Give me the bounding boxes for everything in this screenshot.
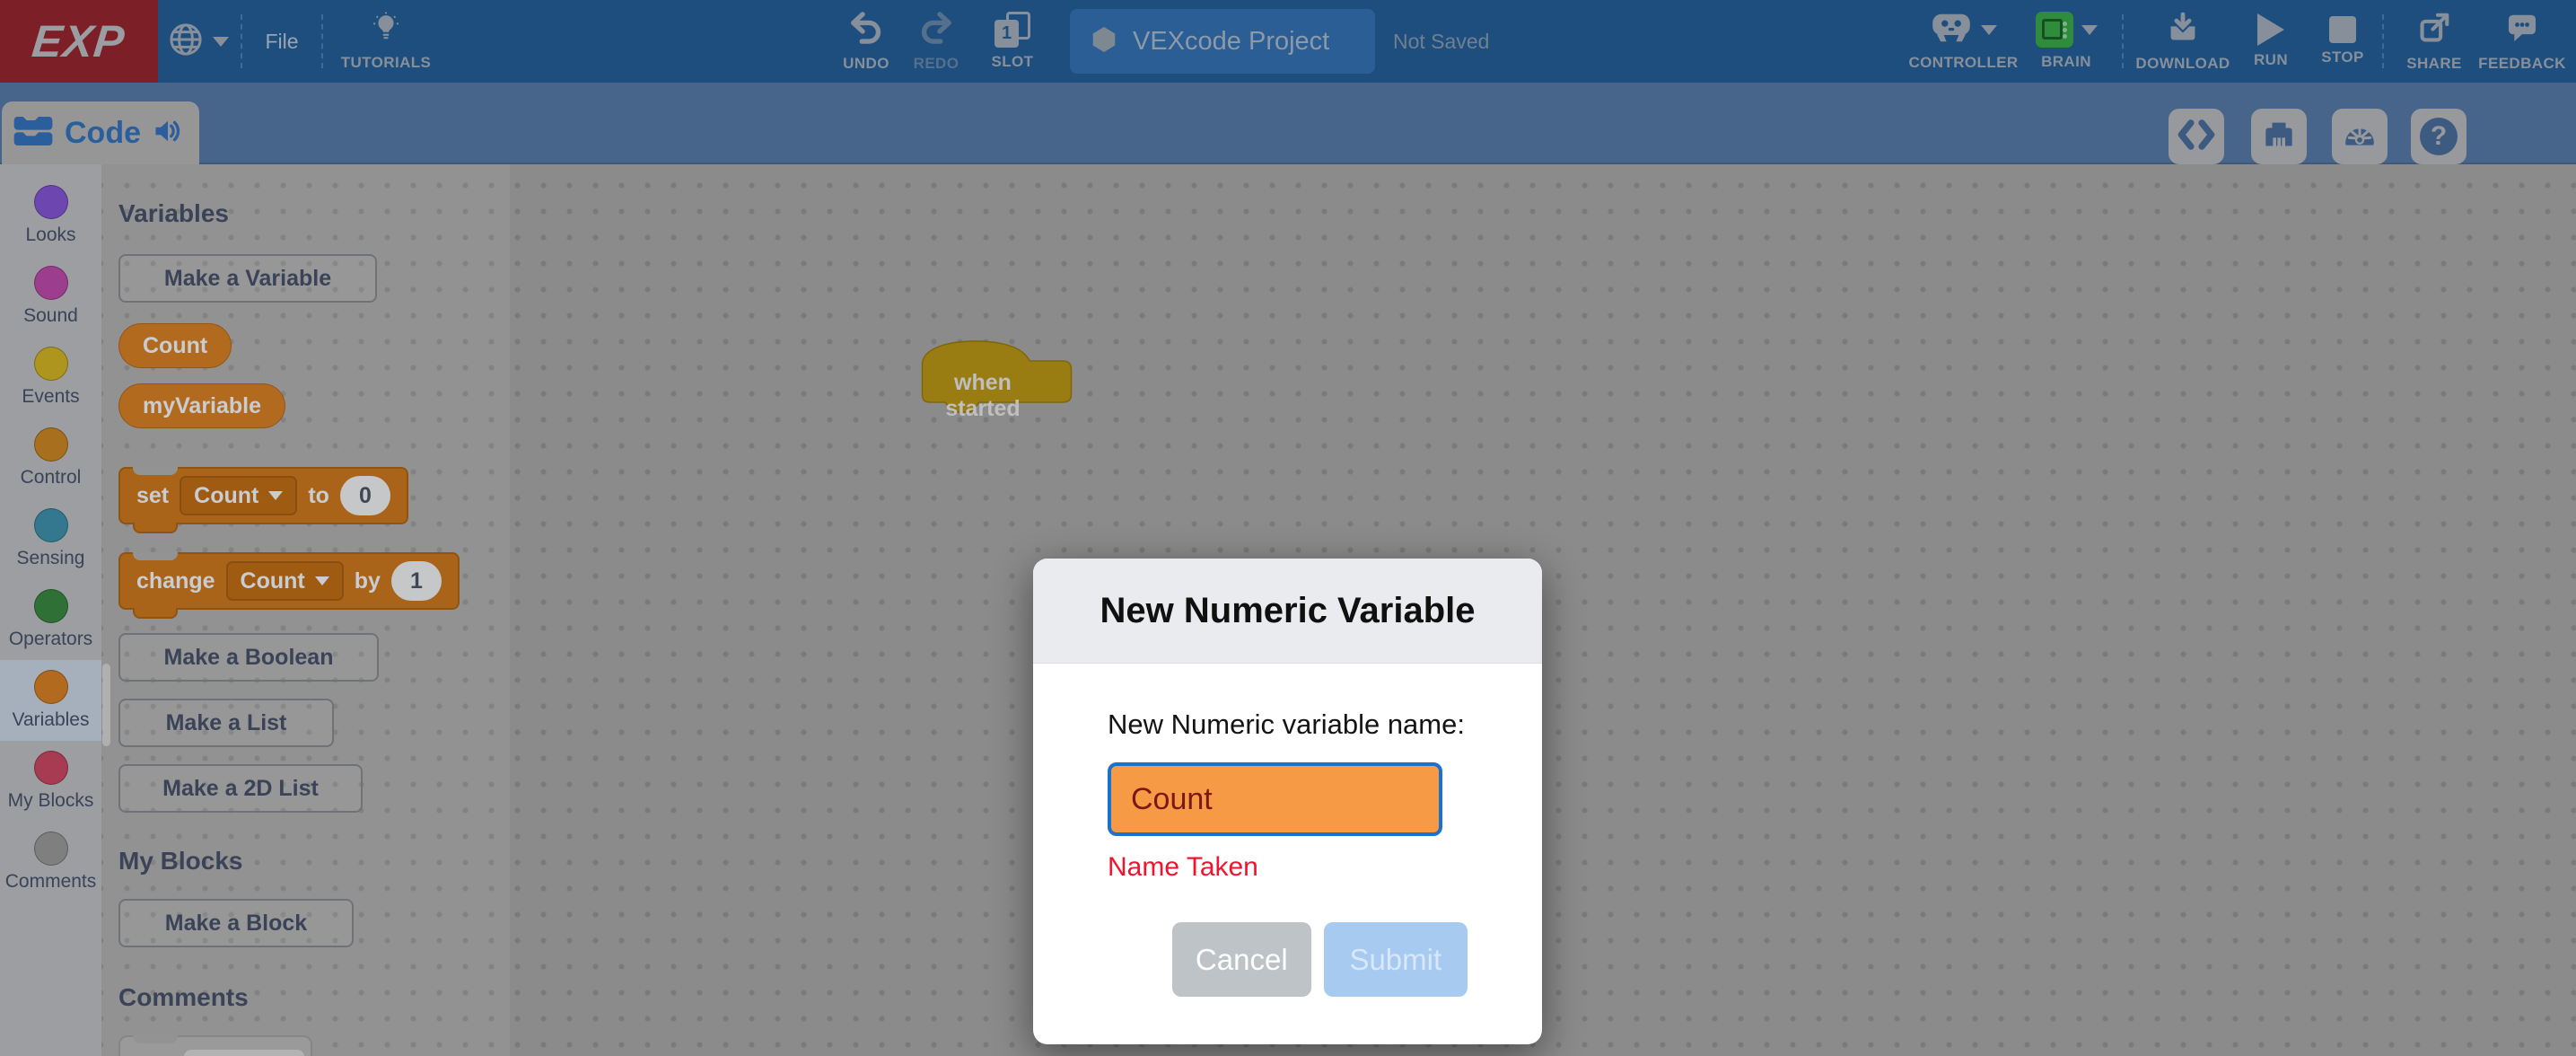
vexcode-app: EXP File TUTORIALS UNDO <box>0 0 2576 1056</box>
dialog-header: New Numeric Variable <box>1033 559 1542 664</box>
dialog-body: New Numeric variable name: Name Taken Ca… <box>1033 664 1542 997</box>
dialog-title: New Numeric Variable <box>1100 591 1476 631</box>
cancel-button[interactable]: Cancel <box>1172 922 1311 997</box>
variable-name-label: New Numeric variable name: <box>1108 708 1468 741</box>
variable-name-input[interactable] <box>1108 762 1442 836</box>
new-variable-dialog: New Numeric Variable New Numeric variabl… <box>1033 559 1542 1044</box>
submit-button[interactable]: Submit <box>1324 922 1468 997</box>
name-taken-error: Name Taken <box>1108 852 1468 883</box>
dialog-buttons: Cancel Submit <box>1108 922 1468 997</box>
